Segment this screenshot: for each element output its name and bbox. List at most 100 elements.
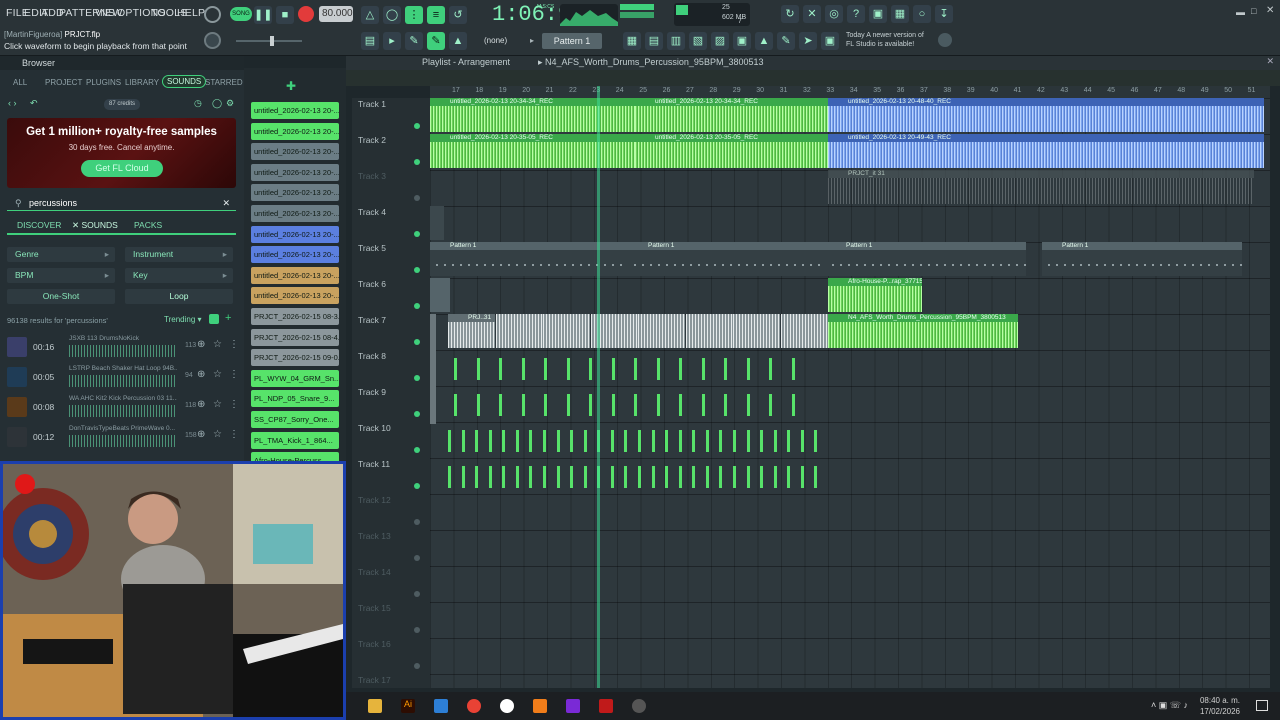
clip[interactable] xyxy=(705,430,709,452)
chat-icon[interactable]: ○ xyxy=(913,5,931,23)
filter-bpm[interactable]: BPM ▸ xyxy=(7,268,115,283)
subtab-packs[interactable]: PACKS xyxy=(134,220,162,230)
clip[interactable]: untitled_2026-02-13 20-49-43_REC xyxy=(828,134,1264,168)
clip[interactable] xyxy=(746,394,750,416)
more-icon[interactable]: ⋮ xyxy=(229,399,239,410)
sort-dropdown[interactable]: Trending ▾ xyxy=(164,315,202,324)
clip[interactable]: Afro-House-P...rap_3771544 xyxy=(828,278,922,312)
playhead[interactable] xyxy=(597,86,600,688)
voicemeeter-icon[interactable] xyxy=(599,699,613,713)
clip[interactable] xyxy=(556,466,560,488)
browser-tab-project[interactable]: PROJECT xyxy=(45,78,82,87)
refresh-icon[interactable]: ↻ xyxy=(781,5,799,23)
master-pitch-slider[interactable] xyxy=(236,36,302,46)
add-circle-icon[interactable]: ⊕ xyxy=(197,429,205,440)
pattern-arrow-icon[interactable]: ▸ xyxy=(530,33,540,49)
clip[interactable] xyxy=(679,358,682,380)
clip[interactable]: Pattern 1 xyxy=(826,242,1026,276)
clip[interactable] xyxy=(685,314,733,348)
clip[interactable] xyxy=(719,430,723,452)
clip[interactable] xyxy=(610,466,614,488)
clip[interactable] xyxy=(800,430,804,452)
clip[interactable] xyxy=(448,466,451,488)
clip[interactable] xyxy=(679,394,682,416)
history-icon[interactable]: ↶ xyxy=(30,98,38,109)
clip[interactable] xyxy=(701,394,705,416)
clip[interactable] xyxy=(610,430,614,452)
pattern-item[interactable]: PL_TMA_Kick_1_864... xyxy=(251,431,339,449)
clip[interactable] xyxy=(475,430,479,452)
track-name[interactable]: Track 14 xyxy=(358,567,391,577)
clip[interactable] xyxy=(543,466,546,488)
bird-icon[interactable]: ➤ xyxy=(799,32,817,50)
track-mute-icon[interactable] xyxy=(414,555,420,561)
clip[interactable] xyxy=(502,430,506,452)
user-icon[interactable]: ◯ xyxy=(212,98,222,109)
routing-icon[interactable]: ▨ xyxy=(711,32,729,50)
pattern-item[interactable]: SS_CP87_Sorry_One... xyxy=(251,411,339,428)
clip[interactable] xyxy=(570,430,574,452)
clip[interactable] xyxy=(791,358,795,380)
pattern-item[interactable]: untitled_2026-02-13 20-... xyxy=(251,163,339,181)
clip[interactable] xyxy=(461,466,465,488)
pattern-item[interactable]: PRJCT_2026-02-15 08-4... xyxy=(251,328,339,346)
filter-key[interactable]: Key ▸ xyxy=(125,268,233,283)
clip[interactable] xyxy=(499,394,502,416)
clip[interactable] xyxy=(521,394,525,416)
clip[interactable] xyxy=(566,394,570,416)
clip[interactable] xyxy=(634,394,637,416)
more-icon[interactable]: ⋮ xyxy=(229,339,239,350)
clip[interactable] xyxy=(515,430,519,452)
clip[interactable] xyxy=(678,466,682,488)
pattern-item[interactable]: PRJCT_2026-02-15 09-0... xyxy=(251,349,339,367)
obs-icon[interactable] xyxy=(566,699,580,713)
track-name[interactable]: Track 12 xyxy=(358,495,391,505)
clip[interactable] xyxy=(800,466,804,488)
result-item[interactable]: 00:16 JSXB 113 DrumsNoKick 113 ⊕ ☆ ⋮ xyxy=(7,334,239,362)
track-mute-icon[interactable] xyxy=(414,303,420,309)
subtab-discover[interactable]: DISCOVER xyxy=(17,220,61,230)
stop-button[interactable]: ■ xyxy=(276,6,294,24)
clip[interactable] xyxy=(570,466,574,488)
pattern-add-icon[interactable]: ✚ xyxy=(286,79,296,93)
clip[interactable]: Pattern 1 xyxy=(430,242,630,276)
clip[interactable] xyxy=(780,314,828,348)
piano-icon[interactable]: ▥ xyxy=(667,32,685,50)
clip[interactable] xyxy=(475,466,479,488)
more-icon[interactable]: ⋮ xyxy=(229,429,239,440)
explorer-icon[interactable] xyxy=(368,699,382,713)
pattern-item[interactable]: untitled_2026-02-13 20-... xyxy=(251,287,339,305)
browser-tab-sounds[interactable]: SOUNDS xyxy=(162,75,207,88)
track-mute-icon[interactable] xyxy=(414,231,420,237)
browser-tab-starred[interactable]: STARRED xyxy=(205,78,243,87)
add-circle-icon[interactable]: ⊕ xyxy=(197,369,205,380)
track-name[interactable]: Track 4 xyxy=(358,207,386,217)
track-name[interactable]: Track 11 xyxy=(358,459,390,469)
clip[interactable] xyxy=(430,206,444,240)
result-item[interactable]: 00:12 DonTravisTypeBeats PrimeWave 0... … xyxy=(7,424,239,452)
clip[interactable] xyxy=(692,466,696,488)
track-mute-icon[interactable] xyxy=(414,375,420,381)
clip[interactable] xyxy=(665,430,669,452)
clip[interactable] xyxy=(733,430,736,452)
playlist-icon[interactable]: ▦ xyxy=(623,32,641,50)
filter-loop[interactable]: Loop xyxy=(125,289,233,304)
track-name[interactable]: Track 7 xyxy=(358,315,386,325)
tempo-display[interactable]: 80.000 xyxy=(319,6,353,22)
track-mute-icon[interactable] xyxy=(414,483,420,489)
mixer-icon[interactable]: ▧ xyxy=(689,32,707,50)
track-mute-icon[interactable] xyxy=(414,159,420,165)
clip[interactable] xyxy=(624,430,628,452)
track-mute-icon[interactable] xyxy=(414,591,420,597)
chrome-icon[interactable] xyxy=(467,699,481,713)
clip[interactable] xyxy=(692,430,696,452)
clip[interactable] xyxy=(589,394,592,416)
system-clock[interactable]: 08:40 a. m. 17/02/2026 xyxy=(1200,695,1240,717)
add-circle-icon[interactable]: ⊕ xyxy=(197,399,205,410)
pattern-selector[interactable]: Pattern 1 xyxy=(542,33,602,49)
pat-song-knob[interactable] xyxy=(204,6,221,23)
help-icon[interactable]: ? xyxy=(847,5,865,23)
track-mute-icon[interactable] xyxy=(414,663,420,669)
track-name[interactable]: Track 9 xyxy=(358,387,386,397)
clip[interactable] xyxy=(724,394,727,416)
